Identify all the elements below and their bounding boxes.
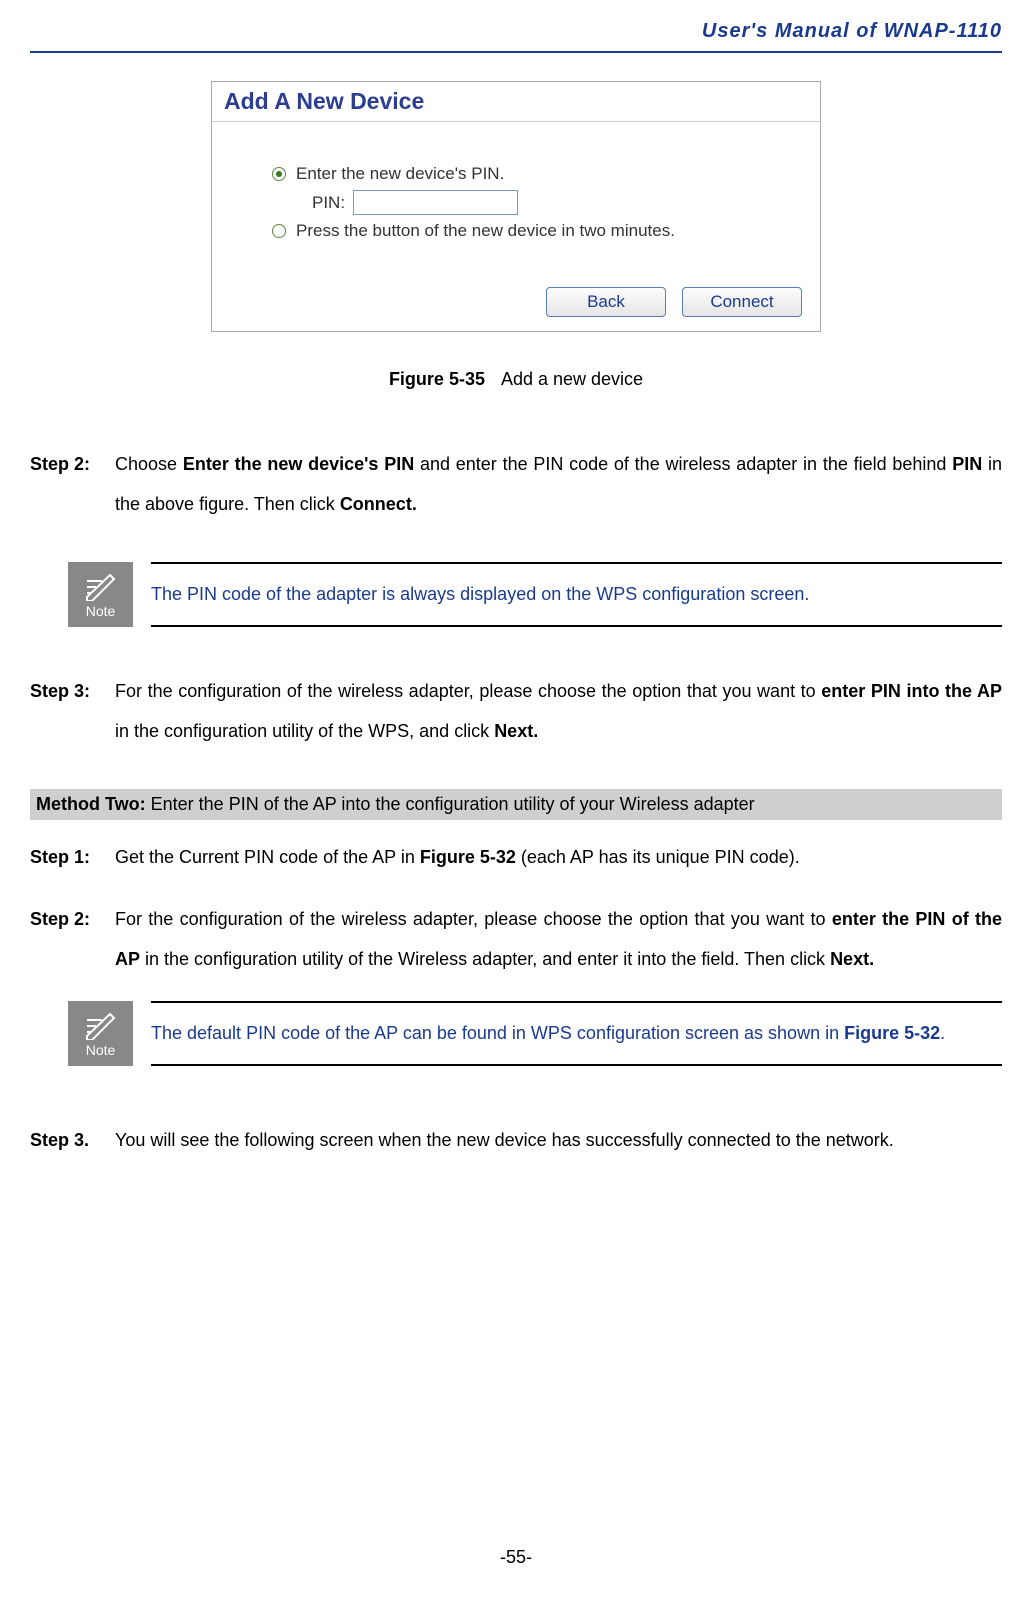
m2s2-b2: Next. — [830, 949, 874, 969]
m2s1-pre: Get the Current PIN code of the AP in — [115, 847, 420, 867]
note-1-text: The PIN code of the adapter is always di… — [151, 579, 809, 610]
m2-step-2: Step 2: For the configuration of the wir… — [30, 900, 1002, 979]
m2s2-mid: in the configuration utility of the Wire… — [140, 949, 830, 969]
back-button[interactable]: Back — [546, 287, 666, 317]
m2-step-1-body: Get the Current PIN code of the AP in Fi… — [115, 838, 1002, 878]
m2-step-3: Step 3. You will see the following scree… — [30, 1121, 1002, 1161]
option-enter-pin-label: Enter the new device's PIN. — [296, 164, 504, 184]
note-2: Note The default PIN code of the AP can … — [68, 1001, 1002, 1066]
method-two-text: Enter the PIN of the AP into the configu… — [146, 794, 755, 814]
m2-step-3-label: Step 3. — [30, 1121, 115, 1161]
note-icon-2-label: Note — [86, 1042, 116, 1058]
figure-number: Figure 5-35 — [389, 369, 485, 389]
m2-step-2-body: For the configuration of the wireless ad… — [115, 900, 1002, 979]
option-enter-pin[interactable]: Enter the new device's PIN. — [272, 164, 800, 184]
m2-step-1-label: Step 1: — [30, 838, 115, 878]
method-two-bar: Method Two: Enter the PIN of the AP into… — [30, 789, 1002, 820]
pin-input[interactable] — [353, 190, 518, 215]
add-device-dialog: Add A New Device Enter the new device's … — [211, 81, 821, 332]
note2-pre: The default PIN code of the AP can be fo… — [151, 1023, 844, 1043]
note-icon-2: Note — [68, 1001, 133, 1066]
step2-b2: PIN — [952, 454, 982, 474]
step2-pre: Choose — [115, 454, 183, 474]
pencil-note-icon — [84, 571, 118, 601]
step-2: Step 2: Choose Enter the new device's PI… — [30, 445, 1002, 524]
step3-b1: enter PIN into the AP — [821, 681, 1002, 701]
step2-b1: Enter the new device's PIN — [183, 454, 414, 474]
page-number: -55- — [0, 1547, 1032, 1568]
figure-caption: Figure 5-35 Add a new device — [30, 369, 1002, 390]
step3-mid: in the configuration utility of the WPS,… — [115, 721, 494, 741]
figure-text: Add a new device — [501, 369, 643, 389]
note-icon-label: Note — [86, 603, 116, 619]
step3-pre: For the configuration of the wireless ad… — [115, 681, 821, 701]
step-3-label: Step 3: — [30, 672, 115, 751]
step2-b3: Connect. — [340, 494, 417, 514]
note-2-text: The default PIN code of the AP can be fo… — [151, 1018, 945, 1049]
note-icon: Note — [68, 562, 133, 627]
radio-unselected-icon — [272, 224, 286, 238]
m2-step-1: Step 1: Get the Current PIN code of the … — [30, 838, 1002, 878]
step2-mid1: and enter the PIN code of the wireless a… — [414, 454, 952, 474]
m2-step-3-body: You will see the following screen when t… — [115, 1121, 1002, 1161]
dialog-title: Add A New Device — [212, 82, 820, 122]
m2s1-post: (each AP has its unique PIN code). — [516, 847, 800, 867]
m2-step-2-label: Step 2: — [30, 900, 115, 979]
header-title: User's Manual of WNAP-1110 — [30, 0, 1002, 51]
note2-b1: Figure 5-32 — [844, 1023, 940, 1043]
step-2-label: Step 2: — [30, 445, 115, 524]
pin-label: PIN: — [312, 193, 345, 213]
connect-button[interactable]: Connect — [682, 287, 802, 317]
step-3: Step 3: For the configuration of the wir… — [30, 672, 1002, 751]
m2s1-b1: Figure 5-32 — [420, 847, 516, 867]
header-rule — [30, 51, 1002, 53]
note-1: Note The PIN code of the adapter is alwa… — [68, 562, 1002, 627]
method-two-label: Method Two: — [36, 794, 146, 814]
step3-b2: Next. — [494, 721, 538, 741]
note2-post: . — [940, 1023, 945, 1043]
option-press-button[interactable]: Press the button of the new device in tw… — [272, 221, 800, 241]
option-press-button-label: Press the button of the new device in tw… — [296, 221, 675, 241]
pencil-note-icon — [84, 1010, 118, 1040]
m2s2-pre: For the configuration of the wireless ad… — [115, 909, 832, 929]
step-2-body: Choose Enter the new device's PIN and en… — [115, 445, 1002, 524]
radio-selected-icon — [272, 167, 286, 181]
step-3-body: For the configuration of the wireless ad… — [115, 672, 1002, 751]
